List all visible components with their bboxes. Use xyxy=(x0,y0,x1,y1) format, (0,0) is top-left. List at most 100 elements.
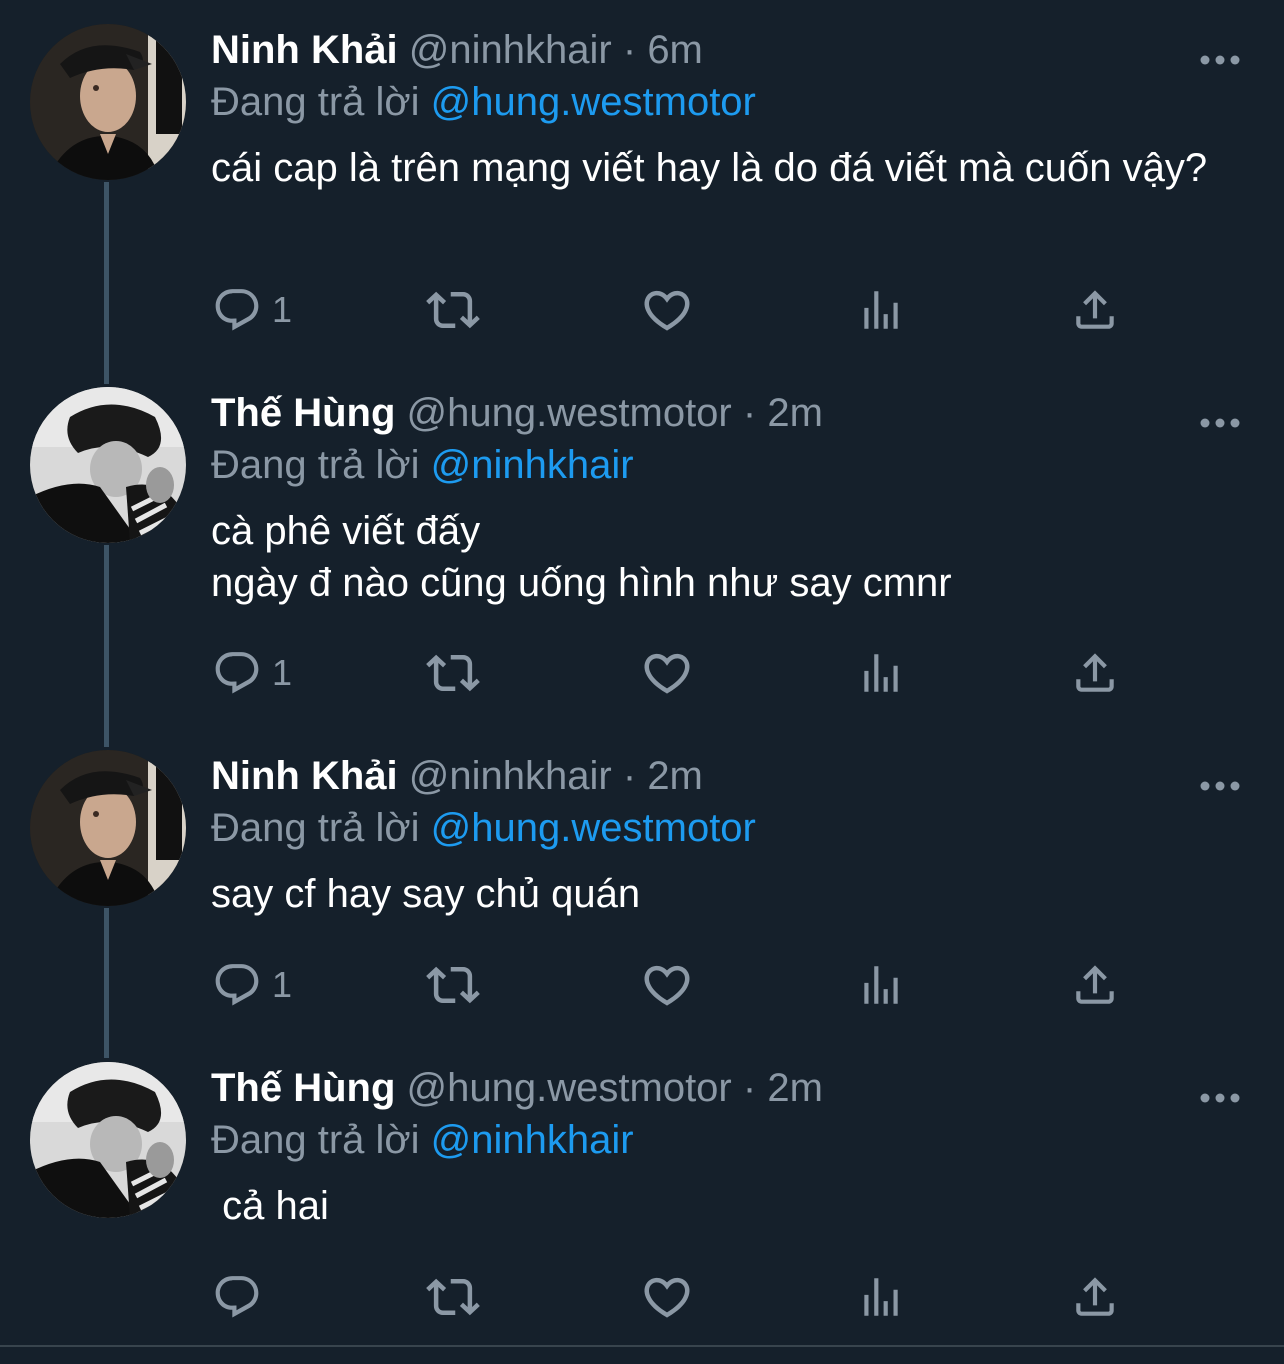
replying-to: Đang trả lời @hung.westmotor xyxy=(211,74,756,130)
more-options-button[interactable] xyxy=(1196,1086,1244,1110)
analytics-icon xyxy=(864,1278,898,1316)
tweet[interactable]: Thế Hùng @hung.westmotor · 2m Đang trả l… xyxy=(0,387,1284,727)
retweet-button[interactable] xyxy=(426,1267,480,1327)
tweet[interactable]: Ninh Khải @ninhkhair · 2m Đang trả lời @… xyxy=(0,750,1284,1050)
reply-icon xyxy=(215,289,259,331)
tweet[interactable]: Ninh Khải @ninhkhair · 6m Đang trả lời @… xyxy=(0,24,1284,364)
avatar[interactable] xyxy=(30,387,186,543)
analytics-button[interactable] xyxy=(856,280,906,340)
tweet-header: Ninh Khải @ninhkhair · 6m xyxy=(211,22,703,78)
user-handle[interactable]: @hung.westmotor xyxy=(407,1066,732,1110)
analytics-button[interactable] xyxy=(856,955,906,1015)
more-icon xyxy=(1200,781,1240,791)
timestamp[interactable]: 2m xyxy=(767,391,823,435)
retweet-icon xyxy=(426,966,480,1004)
reply-icon xyxy=(215,652,259,694)
avatar-bw-image xyxy=(30,1062,186,1218)
share-icon xyxy=(1076,965,1114,1004)
display-name[interactable]: Thế Hùng xyxy=(211,391,395,435)
analytics-icon xyxy=(864,966,898,1004)
share-icon xyxy=(1076,1277,1114,1316)
avatar[interactable] xyxy=(30,1062,186,1218)
retweet-button[interactable] xyxy=(426,643,480,703)
replying-to-label: Đang trả lời xyxy=(211,443,420,487)
display-name[interactable]: Thế Hùng xyxy=(211,1066,395,1110)
reply-button[interactable] xyxy=(212,1267,272,1327)
avatar[interactable] xyxy=(30,24,186,180)
share-icon xyxy=(1076,290,1114,329)
retweet-icon xyxy=(426,291,480,329)
tweet-text: say cf hay say chủ quán xyxy=(211,872,641,916)
like-button[interactable] xyxy=(640,643,694,703)
replying-to: Đang trả lời @hung.westmotor xyxy=(211,800,756,856)
tweet-actions: 1 xyxy=(0,643,1284,703)
reply-icon xyxy=(215,1276,259,1318)
mention-link[interactable]: @ninhkhair xyxy=(431,1118,634,1162)
analytics-icon xyxy=(864,654,898,692)
reply-count: 1 xyxy=(272,289,293,330)
reply-button[interactable]: 1 xyxy=(212,280,292,340)
retweet-button[interactable] xyxy=(426,280,480,340)
reply-button[interactable]: 1 xyxy=(212,643,292,703)
separator-dot: · xyxy=(742,391,757,435)
like-icon xyxy=(644,1277,690,1318)
more-icon xyxy=(1200,418,1240,428)
retweet-button[interactable] xyxy=(426,955,480,1015)
like-button[interactable] xyxy=(640,280,694,340)
conversation-thread: Ninh Khải @ninhkhair · 6m Đang trả lời @… xyxy=(0,0,1284,1364)
replying-to-label: Đang trả lời xyxy=(211,1118,420,1162)
replying-to-label: Đang trả lời xyxy=(211,806,420,850)
reply-icon xyxy=(215,964,259,1006)
tweet[interactable]: Thế Hùng @hung.westmotor · 2m Đang trả l… xyxy=(0,1062,1284,1342)
replying-to-label: Đang trả lời xyxy=(211,80,420,124)
share-button[interactable] xyxy=(1070,955,1120,1015)
like-icon xyxy=(644,653,690,694)
separator-dot: · xyxy=(622,28,637,72)
tweet-header: Ninh Khải @ninhkhair · 2m xyxy=(211,748,703,804)
tweet-header: Thế Hùng @hung.westmotor · 2m xyxy=(211,1060,823,1116)
more-options-button[interactable] xyxy=(1196,774,1244,798)
user-handle[interactable]: @hung.westmotor xyxy=(407,391,732,435)
share-button[interactable] xyxy=(1070,280,1120,340)
timestamp[interactable]: 6m xyxy=(647,28,703,72)
like-button[interactable] xyxy=(640,1267,694,1327)
reply-count: 1 xyxy=(272,652,293,693)
avatar-cap-image xyxy=(30,24,186,180)
tweet-text: cả hai xyxy=(211,1184,329,1228)
separator-dot: · xyxy=(742,1066,757,1110)
separator-dot: · xyxy=(622,754,637,798)
mention-link[interactable]: @ninhkhair xyxy=(431,443,634,487)
replying-to: Đang trả lời @ninhkhair xyxy=(211,437,634,493)
user-handle[interactable]: @ninhkhair xyxy=(409,28,612,72)
tweet-actions: 1 xyxy=(0,280,1284,340)
more-icon xyxy=(1200,1093,1240,1103)
reply-button[interactable]: 1 xyxy=(212,955,292,1015)
avatar[interactable] xyxy=(30,750,186,906)
user-handle[interactable]: @ninhkhair xyxy=(409,754,612,798)
mention-link[interactable]: @hung.westmotor xyxy=(431,80,756,124)
more-options-button[interactable] xyxy=(1196,411,1244,435)
more-icon xyxy=(1200,55,1240,65)
tweet-text: cái cap là trên mạng viết hay là do đá v… xyxy=(211,146,1208,190)
share-icon xyxy=(1076,653,1114,692)
timestamp[interactable]: 2m xyxy=(647,754,703,798)
like-icon xyxy=(644,965,690,1006)
analytics-button[interactable] xyxy=(856,1267,906,1327)
display-name[interactable]: Ninh Khải xyxy=(211,754,398,798)
avatar-bw-image xyxy=(30,387,186,543)
avatar-cap-image xyxy=(30,750,186,906)
tweet-header: Thế Hùng @hung.westmotor · 2m xyxy=(211,385,823,441)
replying-to: Đang trả lời @ninhkhair xyxy=(211,1112,634,1168)
analytics-button[interactable] xyxy=(856,643,906,703)
more-options-button[interactable] xyxy=(1196,48,1244,72)
share-button[interactable] xyxy=(1070,643,1120,703)
divider xyxy=(0,1345,1284,1347)
share-button[interactable] xyxy=(1070,1267,1120,1327)
like-icon xyxy=(644,290,690,331)
display-name[interactable]: Ninh Khải xyxy=(211,28,398,72)
tweet-actions xyxy=(0,1267,1284,1327)
tweet-text: cà phê viết đấy ngày đ nào cũng uống hìn… xyxy=(211,509,952,605)
timestamp[interactable]: 2m xyxy=(767,1066,823,1110)
mention-link[interactable]: @hung.westmotor xyxy=(431,806,756,850)
like-button[interactable] xyxy=(640,955,694,1015)
